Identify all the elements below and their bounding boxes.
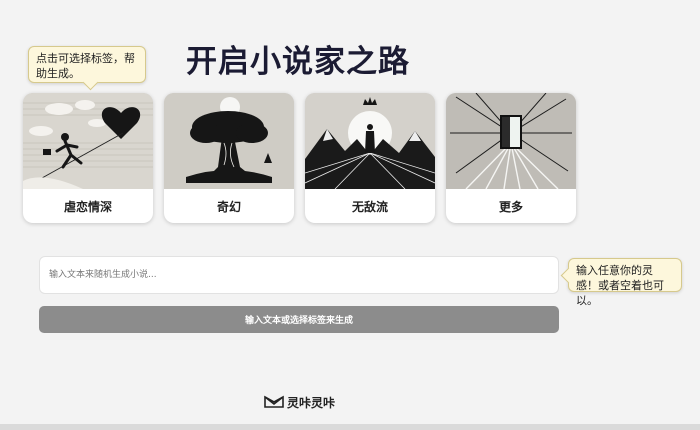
logo-icon [264,395,284,408]
tag-card-label: 奇幻 [216,199,241,214]
tag-card-romance[interactable]: 虐恋情深 [23,93,153,223]
tag-card-label: 无敌流 [351,199,388,214]
bottom-scrollbar [0,424,700,430]
tag-card-more[interactable]: 更多 [446,93,576,223]
input-hint-tooltip: 输入任意你的灵感！或者空着也可以。 [568,258,682,307]
tag-hint-tooltip: 点击可选择标签，帮助生成。 [28,46,146,83]
page-title: 开启小说家之路 [186,44,410,80]
crowned-king-mountain-image [305,93,435,189]
heartbreak-runner-image [23,93,153,189]
glowing-door-image [446,93,576,189]
tag-card-invincible[interactable]: 无敌流 [305,93,435,223]
tag-card-label: 更多 [498,199,523,214]
footer-logo[interactable]: 灵咔灵咔 [264,393,335,411]
tag-card-fantasy[interactable]: 奇幻 [164,93,294,223]
generate-button[interactable]: 输入文本或选择标签来生成 [39,306,559,333]
story-prompt-input[interactable] [39,256,559,294]
fantasy-tree-image [164,93,294,189]
footer-brand: 灵咔灵咔 [287,395,336,410]
tag-card-label: 虐恋情深 [63,199,112,214]
